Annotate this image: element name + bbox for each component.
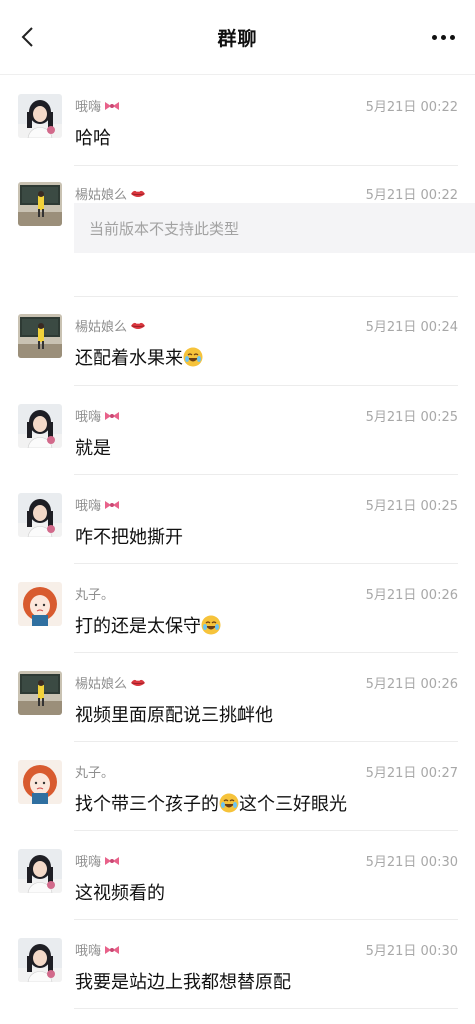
avatar[interactable] xyxy=(18,582,62,626)
joy-emoji-icon xyxy=(201,615,221,635)
sender-name: 哦嗨 xyxy=(75,940,120,959)
bow-icon xyxy=(105,500,120,509)
message-time: 5月21日 00:25 xyxy=(365,410,458,425)
top-bar: 群聊 xyxy=(0,0,475,75)
message-time: 5月21日 00:26 xyxy=(365,677,458,692)
avatar[interactable] xyxy=(18,404,62,448)
sender-name: 楊姑娘么 xyxy=(75,184,146,203)
divider xyxy=(74,296,458,297)
message-time: 5月21日 00:24 xyxy=(365,320,458,335)
sender-name: 楊姑娘么 xyxy=(75,316,146,335)
divider xyxy=(74,741,458,742)
message-text: 哈哈 xyxy=(75,128,111,149)
message-text: 视频里面原配说三挑衅他 xyxy=(75,705,273,726)
message-item: 哦嗨 5月21日 00:25 咋不把她撕开 xyxy=(0,485,475,565)
message-text: 就是 xyxy=(75,438,111,459)
divider xyxy=(74,385,458,386)
sender-name: 哦嗨 xyxy=(75,495,120,514)
sender-name: 哦嗨 xyxy=(75,406,120,425)
message-text: 还配着水果来 xyxy=(75,344,203,370)
divider xyxy=(74,919,458,920)
message-time: 5月21日 00:27 xyxy=(365,766,458,781)
message-text: 我要是站边上我都想替原配 xyxy=(75,972,291,993)
sender-name: 楊姑娘么 xyxy=(75,673,146,692)
lips-icon xyxy=(131,678,146,686)
message-time: 5月21日 00:30 xyxy=(365,944,458,959)
message-item: 丸子。 5月21日 00:26 打的还是太保守 xyxy=(0,574,475,654)
message-item: 哦嗨 5月21日 00:25 就是 xyxy=(0,396,475,476)
lips-icon xyxy=(131,189,146,197)
more-button[interactable] xyxy=(425,22,461,52)
divider xyxy=(74,652,458,653)
avatar[interactable] xyxy=(18,182,62,226)
chevron-left-icon xyxy=(21,27,33,47)
avatar[interactable] xyxy=(18,760,62,804)
more-dots-icon xyxy=(431,34,437,40)
message-item: 哦嗨 5月21日 00:30 这视频看的 xyxy=(0,841,475,921)
avatar[interactable] xyxy=(18,94,62,138)
avatar[interactable] xyxy=(18,314,62,358)
avatar[interactable] xyxy=(18,849,62,893)
bow-icon xyxy=(105,101,120,110)
message-text: 咋不把她撕开 xyxy=(75,527,183,548)
divider xyxy=(74,165,458,166)
laugh-cry-emoji-icon xyxy=(183,347,203,367)
message-text: 打的还是太保守 xyxy=(75,612,221,638)
avatar[interactable] xyxy=(18,493,62,537)
message-time: 5月21日 00:26 xyxy=(365,588,458,603)
sender-name: 丸子。 xyxy=(75,766,115,781)
bow-icon xyxy=(105,411,120,420)
divider xyxy=(74,563,458,564)
unsupported-message-bubble[interactable]: 当前版本不支持此类型 xyxy=(74,203,475,253)
message-time: 5月21日 00:22 xyxy=(365,188,458,203)
bow-icon xyxy=(105,856,120,865)
sender-name: 哦嗨 xyxy=(75,96,120,115)
bow-icon xyxy=(105,945,120,954)
message-time: 5月21日 00:25 xyxy=(365,499,458,514)
message-time: 5月21日 00:22 xyxy=(365,100,458,115)
divider xyxy=(74,474,458,475)
page-title: 群聊 xyxy=(217,27,258,50)
message-item: 楊姑娘么 5月21日 00:24 还配着水果来 xyxy=(0,306,475,386)
avatar[interactable] xyxy=(18,671,62,715)
back-button[interactable] xyxy=(12,22,42,52)
divider xyxy=(74,830,458,831)
sender-name: 哦嗨 xyxy=(75,851,120,870)
message-item: 丸子。 5月21日 00:27 找个带三个孩子的 这个三好眼光 xyxy=(0,752,475,832)
divider xyxy=(74,1008,458,1009)
message-text: 这视频看的 xyxy=(75,883,165,904)
lips-icon xyxy=(131,321,146,329)
message-item: 哦嗨 5月21日 00:30 我要是站边上我都想替原配 xyxy=(0,930,475,1010)
message-text: 找个带三个孩子的 这个三好眼光 xyxy=(75,793,347,815)
message-time: 5月21日 00:30 xyxy=(365,855,458,870)
sender-name: 丸子。 xyxy=(75,588,115,603)
avatar[interactable] xyxy=(18,938,62,982)
message-item: 楊姑娘么 5月21日 00:26 视频里面原配说三挑衅他 xyxy=(0,663,475,743)
message-item: 楊姑娘么 5月21日 00:22 当前版本不支持此类型 xyxy=(0,174,475,294)
message-item: 哦嗨 5月21日 00:22 哈哈 xyxy=(0,86,475,166)
joy-emoji-icon xyxy=(219,793,239,813)
